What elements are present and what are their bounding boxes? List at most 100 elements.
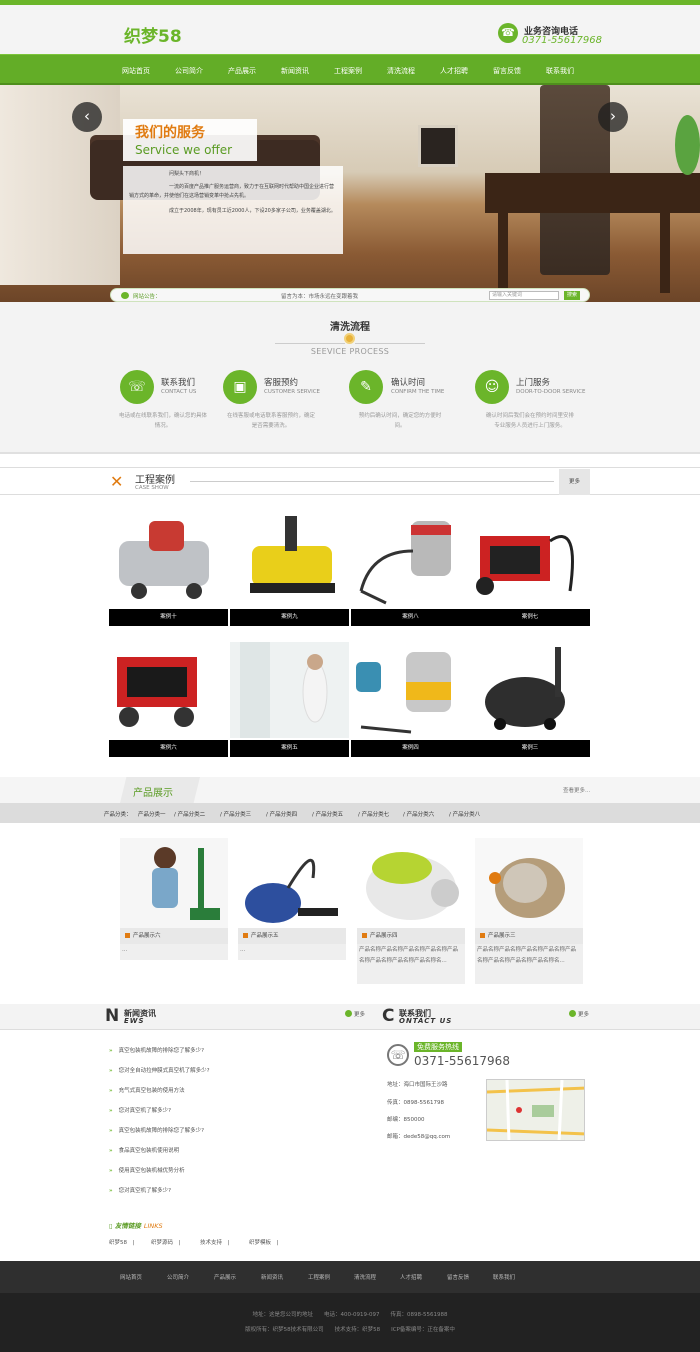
case-image[interactable]	[109, 511, 228, 607]
news-item[interactable]: » 充气式真空包装的使用方法	[109, 1086, 185, 1094]
news-item[interactable]: » 您对真空机了解多少?	[109, 1106, 171, 1114]
case-image[interactable]	[230, 642, 349, 738]
product-caption[interactable]: 产品展示五	[238, 928, 346, 944]
footer-nav-item[interactable]: 留言反馈	[447, 1273, 469, 1281]
service-title-en: Service we offer	[135, 143, 233, 157]
nav-item-cases[interactable]: 工程案例	[334, 66, 362, 76]
service-intro-line: 问梨头下商机！	[169, 171, 205, 177]
friend-link[interactable]: 织梦源码 |	[151, 1238, 180, 1246]
product-name: 产品展示六	[133, 933, 161, 939]
news-item[interactable]: » 食品真空包装机使用说明	[109, 1146, 179, 1154]
category-link[interactable]: 产品分类一	[138, 810, 166, 818]
friend-link[interactable]: 织梦58 |	[109, 1238, 134, 1246]
nav-item-contact[interactable]: 联系我们	[546, 66, 574, 76]
site-logo[interactable]: 织梦58	[124, 22, 182, 47]
category-label: 产品分类：	[104, 812, 132, 818]
category-link[interactable]: / 产品分类五	[312, 810, 343, 818]
contact-more-link[interactable]: 更多	[569, 1010, 589, 1018]
banner-bg-table	[485, 173, 700, 213]
silver-vacuum-image	[475, 838, 583, 928]
friend-link[interactable]: 技术支持 |	[200, 1238, 229, 1246]
scrubber-machine-image	[119, 521, 209, 599]
case-image[interactable]	[351, 642, 470, 738]
phone-icon: ☏	[387, 1044, 409, 1066]
product-caption[interactable]: 产品展示六	[120, 928, 228, 944]
news-item[interactable]: » 使用真空包装机械优势分析	[109, 1166, 185, 1174]
footer-nav-item[interactable]: 工程案例	[308, 1273, 330, 1281]
news-item[interactable]: » 真空包装机故障的排除您了解多少?	[109, 1126, 204, 1134]
service-heading: 我们的服务 Service we offer	[123, 119, 257, 161]
case-image[interactable]	[470, 642, 589, 738]
category-link[interactable]: / 产品分类三	[220, 810, 251, 818]
case-image[interactable]	[109, 642, 228, 738]
case-caption[interactable]: 案例八	[351, 609, 470, 626]
category-link[interactable]: / 产品分类八	[449, 810, 480, 818]
nav-item-jobs[interactable]: 人才招聘	[440, 66, 468, 76]
footer-nav-item[interactable]: 人才招聘	[400, 1273, 422, 1281]
category-link[interactable]: / 产品分类二	[174, 810, 205, 818]
news-more-link[interactable]: 更多	[345, 1010, 365, 1018]
nav-item-home[interactable]: 网站首页	[122, 66, 150, 76]
nav-item-news[interactable]: 新闻资讯	[281, 66, 309, 76]
double-arrow-icon: »	[109, 1108, 113, 1114]
product-caption[interactable]: 产品展示四	[357, 928, 465, 944]
product-image[interactable]	[475, 838, 583, 928]
step-subtitle: CUSTOMER SERVICE	[264, 389, 321, 395]
links-title: ▯ 友情链接 LINKS	[109, 1222, 163, 1230]
location-map[interactable]	[486, 1079, 585, 1141]
footer-nav-item[interactable]: 公司简介	[167, 1273, 189, 1281]
step-description: 预约后确认时间，确定您的方便时间。	[358, 413, 442, 429]
product-image[interactable]	[238, 838, 346, 928]
step-title: 上门服务	[516, 378, 551, 388]
slider-next-button[interactable]: ›	[598, 102, 628, 132]
double-arrow-icon: »	[109, 1148, 113, 1154]
nav-item-about[interactable]: 公司简介	[175, 66, 203, 76]
case-caption[interactable]: 案例九	[230, 609, 349, 626]
case-caption[interactable]: 案例十	[109, 609, 228, 626]
case-image[interactable]	[470, 511, 589, 607]
news-item[interactable]: » 真空包装机故障的排除您了解多少?	[109, 1046, 204, 1054]
footer-nav-item[interactable]: 网站首页	[120, 1273, 142, 1281]
footer-copyright-line: 版权所有：织梦58技术有限公司 技术支持：织梦58 ICP备案编号：正在备案中	[245, 1327, 455, 1333]
products-header	[0, 777, 700, 803]
product-image[interactable]	[120, 838, 228, 928]
category-link[interactable]: / 产品分类六	[403, 810, 434, 818]
footer-nav-item[interactable]: 新闻资讯	[261, 1273, 283, 1281]
cases-more-button[interactable]: 更多	[559, 469, 590, 495]
case-caption[interactable]: 案例七	[470, 609, 590, 626]
case-caption[interactable]: 案例六	[109, 740, 228, 757]
nav-item-feedback[interactable]: 留言反馈	[493, 66, 521, 76]
nav-item-products[interactable]: 产品展示	[228, 66, 256, 76]
notice-text[interactable]: 留言为本：市场永远在变跟着我	[281, 292, 358, 300]
product-caption[interactable]: 产品展示三	[475, 928, 583, 944]
kid-vacuum-image	[120, 838, 228, 928]
slider-prev-button[interactable]: ‹	[72, 102, 102, 132]
step-subtitle: CONTACT US	[161, 389, 197, 395]
green-vacuum-image	[357, 838, 465, 928]
case-caption[interactable]: 案例五	[230, 740, 349, 757]
products-title: 产品展示	[133, 788, 173, 799]
nav-item-process[interactable]: 清洗流程	[387, 66, 415, 76]
case-image[interactable]	[230, 511, 349, 607]
case-caption[interactable]: 案例三	[470, 740, 590, 757]
products-more-link[interactable]: 查看更多...	[563, 786, 590, 794]
category-link[interactable]: / 产品分类四	[266, 810, 297, 818]
search-button[interactable]: 搜索	[564, 291, 580, 300]
news-item[interactable]: » 您对全自动拉伸膜式真空机了解多少?	[109, 1066, 209, 1074]
news-item[interactable]: » 您对真空机了解多少?	[109, 1186, 171, 1194]
footer-nav	[0, 1261, 700, 1293]
friend-link[interactable]: 织梦模板 |	[249, 1238, 278, 1246]
category-link-text: 产品分类二	[177, 812, 206, 818]
footer-nav-item[interactable]: 产品展示	[214, 1273, 236, 1281]
product-image[interactable]	[357, 838, 465, 928]
contact-phone: 0371-55617968	[414, 1054, 510, 1068]
category-link-text: 产品分类七	[361, 812, 390, 818]
footer-address-line: 地址：这是您公司的地址 电话：400-0919-097 传真：0898-5561…	[252, 1312, 448, 1318]
case-caption[interactable]: 案例四	[351, 740, 470, 757]
footer-nav-item[interactable]: 清洗流程	[354, 1273, 376, 1281]
canister-vacuum-image	[238, 838, 346, 928]
category-link[interactable]: / 产品分类七	[358, 810, 389, 818]
case-image[interactable]	[351, 511, 470, 607]
footer-nav-item[interactable]: 联系我们	[493, 1273, 515, 1281]
search-input[interactable]: 请输入关键词	[489, 291, 559, 300]
